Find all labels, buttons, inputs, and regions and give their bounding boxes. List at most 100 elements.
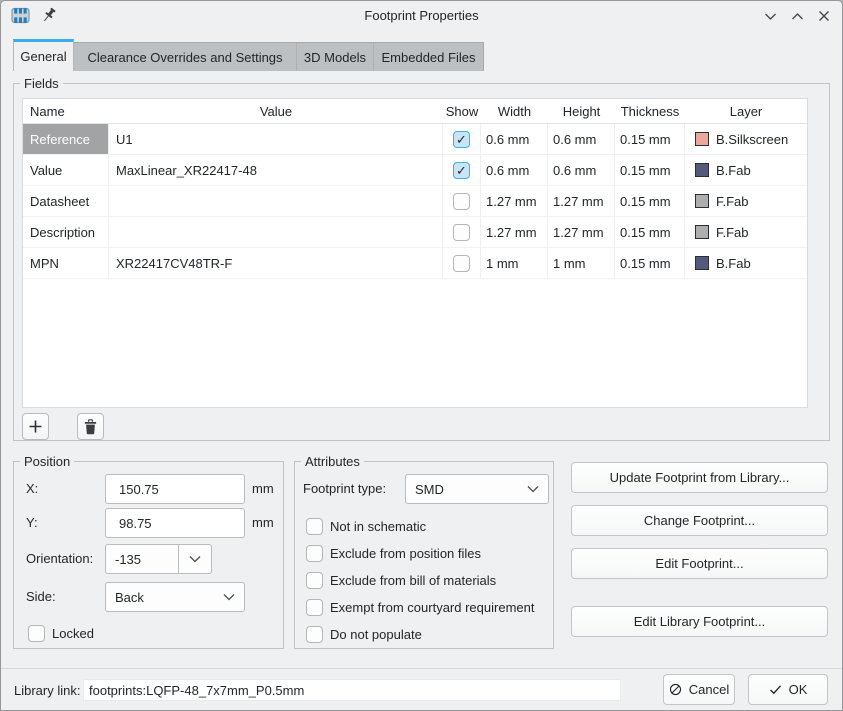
table-row-datasheet[interactable]: Datasheet 1.27 mm 1.27 mm 0.15 mm F.Fab (23, 186, 807, 217)
col-layer[interactable]: Layer (685, 99, 807, 123)
layer-color-swatch (695, 194, 709, 208)
table-row-value[interactable]: Value MaxLinear_XR22417-48 0.6 mm 0.6 mm… (23, 155, 807, 186)
cell-layer[interactable]: F.Fab (685, 186, 807, 216)
table-row-description[interactable]: Description 1.27 mm 1.27 mm 0.15 mm F.Fa… (23, 217, 807, 248)
y-input[interactable] (105, 508, 245, 538)
edit-footprint-button[interactable]: Edit Footprint... (571, 548, 828, 579)
exclude-bom-checkbox[interactable] (306, 572, 323, 589)
chevron-down-icon (518, 475, 548, 503)
x-label: X: (26, 474, 38, 504)
close-icon[interactable] (816, 8, 832, 24)
update-footprint-from-library-button[interactable]: Update Footprint from Library... (571, 462, 828, 493)
window-title: Footprint Properties (1, 8, 842, 23)
fields-table: Name Value Show Width Height Thickness L… (22, 98, 808, 408)
cell-name[interactable]: Description (23, 217, 109, 247)
exclude-bom-row[interactable]: Exclude from bill of materials (306, 572, 496, 589)
side-value: Back (106, 590, 214, 605)
not-in-schematic-row[interactable]: Not in schematic (306, 518, 426, 535)
show-checkbox[interactable] (453, 224, 470, 241)
cell-width[interactable]: 1 mm (481, 248, 548, 278)
cell-thickness[interactable]: 0.15 mm (615, 248, 685, 278)
x-unit-label: mm (252, 474, 274, 504)
cell-width[interactable]: 0.6 mm (481, 155, 548, 185)
col-thickness[interactable]: Thickness (615, 99, 685, 123)
chevron-down-icon[interactable] (178, 545, 211, 573)
trash-icon (83, 419, 98, 435)
cell-width[interactable]: 1.27 mm (481, 217, 548, 247)
exempt-courtyard-checkbox[interactable] (306, 599, 323, 616)
exclude-position-files-checkbox[interactable] (306, 545, 323, 562)
locked-checkbox[interactable] (28, 625, 45, 642)
cell-value[interactable]: MaxLinear_XR22417-48 (109, 155, 443, 185)
change-footprint-button[interactable]: Change Footprint... (571, 505, 828, 536)
maximize-chevron-up-icon[interactable] (789, 8, 805, 24)
fields-table-header: Name Value Show Width Height Thickness L… (23, 99, 807, 124)
tab-clearance-overrides[interactable]: Clearance Overrides and Settings (74, 42, 296, 71)
y-unit-label: mm (252, 508, 274, 538)
table-row-mpn[interactable]: MPN XR22417CV48TR-F 1 mm 1 mm 0.15 mm B.… (23, 248, 807, 279)
footprint-properties-dialog: Footprint Properties General Clearance O… (0, 0, 843, 711)
cell-layer[interactable]: B.Silkscreen (685, 124, 807, 154)
cell-thickness[interactable]: 0.15 mm (615, 155, 685, 185)
cell-thickness[interactable]: 0.15 mm (615, 124, 685, 154)
cancel-button[interactable]: Cancel (663, 674, 735, 705)
col-show[interactable]: Show (443, 99, 481, 123)
cell-height[interactable]: 1 mm (548, 248, 615, 278)
library-link-label: Library link: (14, 683, 80, 698)
not-in-schematic-checkbox[interactable] (306, 518, 323, 535)
cell-value[interactable]: U1 (109, 124, 443, 154)
tab-bar: General Clearance Overrides and Settings… (13, 39, 484, 71)
cell-name[interactable]: Datasheet (23, 186, 109, 216)
cell-height[interactable]: 0.6 mm (548, 124, 615, 154)
footprint-type-combo[interactable]: SMD (405, 474, 549, 504)
do-not-populate-row[interactable]: Do not populate (306, 626, 422, 643)
cell-value[interactable] (109, 186, 443, 216)
cell-width[interactable]: 0.6 mm (481, 124, 548, 154)
cell-value[interactable] (109, 217, 443, 247)
orientation-combo[interactable]: -135 (105, 544, 212, 574)
fields-group: Fields Name Value Show Width Height Thic… (13, 83, 830, 441)
cell-name[interactable]: Value (23, 155, 109, 185)
col-width[interactable]: Width (481, 99, 548, 123)
shade-chevron-down-icon[interactable] (762, 8, 778, 24)
cell-layer[interactable]: B.Fab (685, 248, 807, 278)
table-row-reference[interactable]: Reference U1 0.6 mm 0.6 mm 0.15 mm B.Sil… (23, 124, 807, 155)
cell-height[interactable]: 1.27 mm (548, 217, 615, 247)
cell-name[interactable]: MPN (23, 248, 109, 278)
col-name[interactable]: Name (23, 99, 109, 123)
cell-layer[interactable]: B.Fab (685, 155, 807, 185)
layer-color-swatch (695, 163, 709, 177)
show-checkbox[interactable] (453, 255, 470, 272)
cell-thickness[interactable]: 0.15 mm (615, 186, 685, 216)
layer-color-swatch (695, 225, 709, 239)
exclude-position-files-row[interactable]: Exclude from position files (306, 545, 481, 562)
exempt-courtyard-row[interactable]: Exempt from courtyard requirement (306, 599, 534, 616)
tab-general[interactable]: General (13, 39, 74, 71)
side-combo[interactable]: Back (105, 582, 245, 612)
locked-checkbox-row[interactable]: Locked (28, 625, 94, 642)
show-checkbox[interactable] (453, 162, 470, 179)
do-not-populate-checkbox[interactable] (306, 626, 323, 643)
cell-height[interactable]: 0.6 mm (548, 155, 615, 185)
chevron-down-icon (214, 583, 244, 611)
tab-3d-models[interactable]: 3D Models (296, 42, 373, 71)
cell-name[interactable]: Reference (23, 124, 109, 154)
show-checkbox[interactable] (453, 131, 470, 148)
cell-value[interactable]: XR22417CV48TR-F (109, 248, 443, 278)
add-field-button[interactable] (22, 413, 49, 440)
ok-button[interactable]: OK (748, 674, 828, 705)
cell-width[interactable]: 1.27 mm (481, 186, 548, 216)
x-input[interactable] (105, 474, 245, 504)
title-bar: Footprint Properties (1, 1, 842, 31)
orientation-value: -135 (106, 552, 178, 567)
col-value[interactable]: Value (109, 99, 443, 123)
col-height[interactable]: Height (548, 99, 615, 123)
delete-field-button[interactable] (77, 413, 104, 440)
show-checkbox[interactable] (453, 193, 470, 210)
tab-embedded-files[interactable]: Embedded Files (373, 42, 484, 71)
library-link-value: footprints:LQFP-48_7x7mm_P0.5mm (83, 679, 621, 701)
cell-layer[interactable]: F.Fab (685, 217, 807, 247)
cell-thickness[interactable]: 0.15 mm (615, 217, 685, 247)
cell-height[interactable]: 1.27 mm (548, 186, 615, 216)
edit-library-footprint-button[interactable]: Edit Library Footprint... (571, 606, 828, 637)
